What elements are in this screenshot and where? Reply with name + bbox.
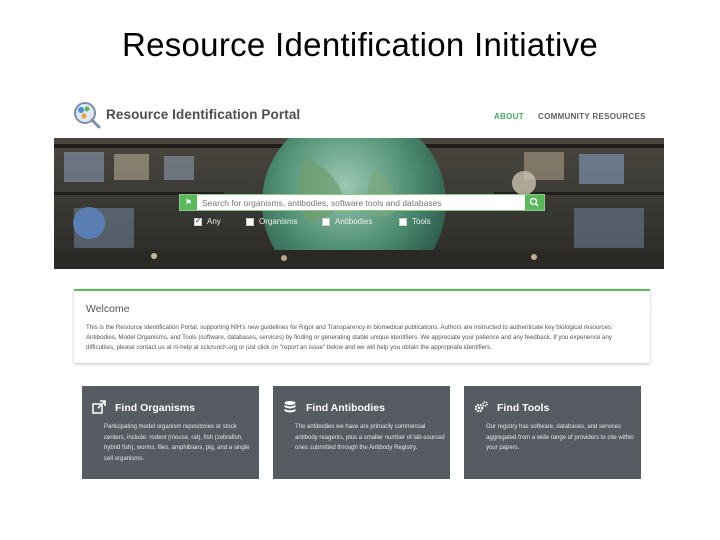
search-icon <box>529 197 539 207</box>
find-organisms-card[interactable]: Find Organisms Participating model organ… <box>82 386 259 479</box>
search-filters: Any Organisms Antibodies Tools <box>194 216 494 229</box>
portal-screenshot: Resource Identification Portal ABOUT COM… <box>54 90 664 490</box>
search-button[interactable] <box>525 195 544 210</box>
find-antibodies-description: The antibodies we have are primarily com… <box>295 424 445 451</box>
filter-organisms-label: Organisms <box>259 217 298 226</box>
database-icon <box>284 401 296 413</box>
hero-banner: ⚑ Any Organisms Antibodies <box>54 138 664 269</box>
nav-about-link[interactable]: ABOUT <box>494 112 524 121</box>
magnifier-logo-icon <box>74 102 101 129</box>
find-antibodies-card[interactable]: Find Antibodies The antibodies we have a… <box>273 386 450 479</box>
find-tools-description: Our registry has software, databases, an… <box>486 424 634 451</box>
top-navigation: Resource Identification Portal ABOUT COM… <box>54 90 664 138</box>
gears-icon <box>474 401 488 413</box>
welcome-text: This is the Resource Identification Port… <box>86 324 613 351</box>
filter-icon[interactable]: ⚑ <box>180 195 197 210</box>
find-organisms-title[interactable]: Find Organisms <box>115 402 195 414</box>
find-tools-card[interactable]: Find Tools Our registry has software, da… <box>464 386 641 479</box>
brand-name[interactable]: Resource Identification Portal <box>106 107 300 122</box>
find-tools-title[interactable]: Find Tools <box>497 402 549 414</box>
filter-tools-checkbox[interactable] <box>399 218 407 226</box>
welcome-panel: Welcome This is the Resource Identificat… <box>74 289 650 363</box>
filter-any-checkbox[interactable] <box>194 216 202 226</box>
search-input[interactable] <box>202 195 502 210</box>
nav-community-resources-link[interactable]: COMMUNITY RESOURCES <box>538 112 646 121</box>
filter-organisms-checkbox[interactable] <box>246 218 254 226</box>
filter-tools-label: Tools <box>412 217 431 226</box>
find-organisms-description: Participating model organism repositorie… <box>104 424 250 462</box>
slide-title: Resource Identification Initiative <box>121 26 599 63</box>
find-antibodies-title[interactable]: Find Antibodies <box>306 402 385 414</box>
search-bar: ⚑ <box>179 194 545 211</box>
filter-antibodies-checkbox[interactable] <box>322 218 330 226</box>
welcome-title: Welcome <box>86 303 130 315</box>
filter-antibodies-label: Antibodies <box>335 217 373 226</box>
external-link-icon <box>92 400 106 414</box>
filter-any-label: Any <box>207 217 221 226</box>
